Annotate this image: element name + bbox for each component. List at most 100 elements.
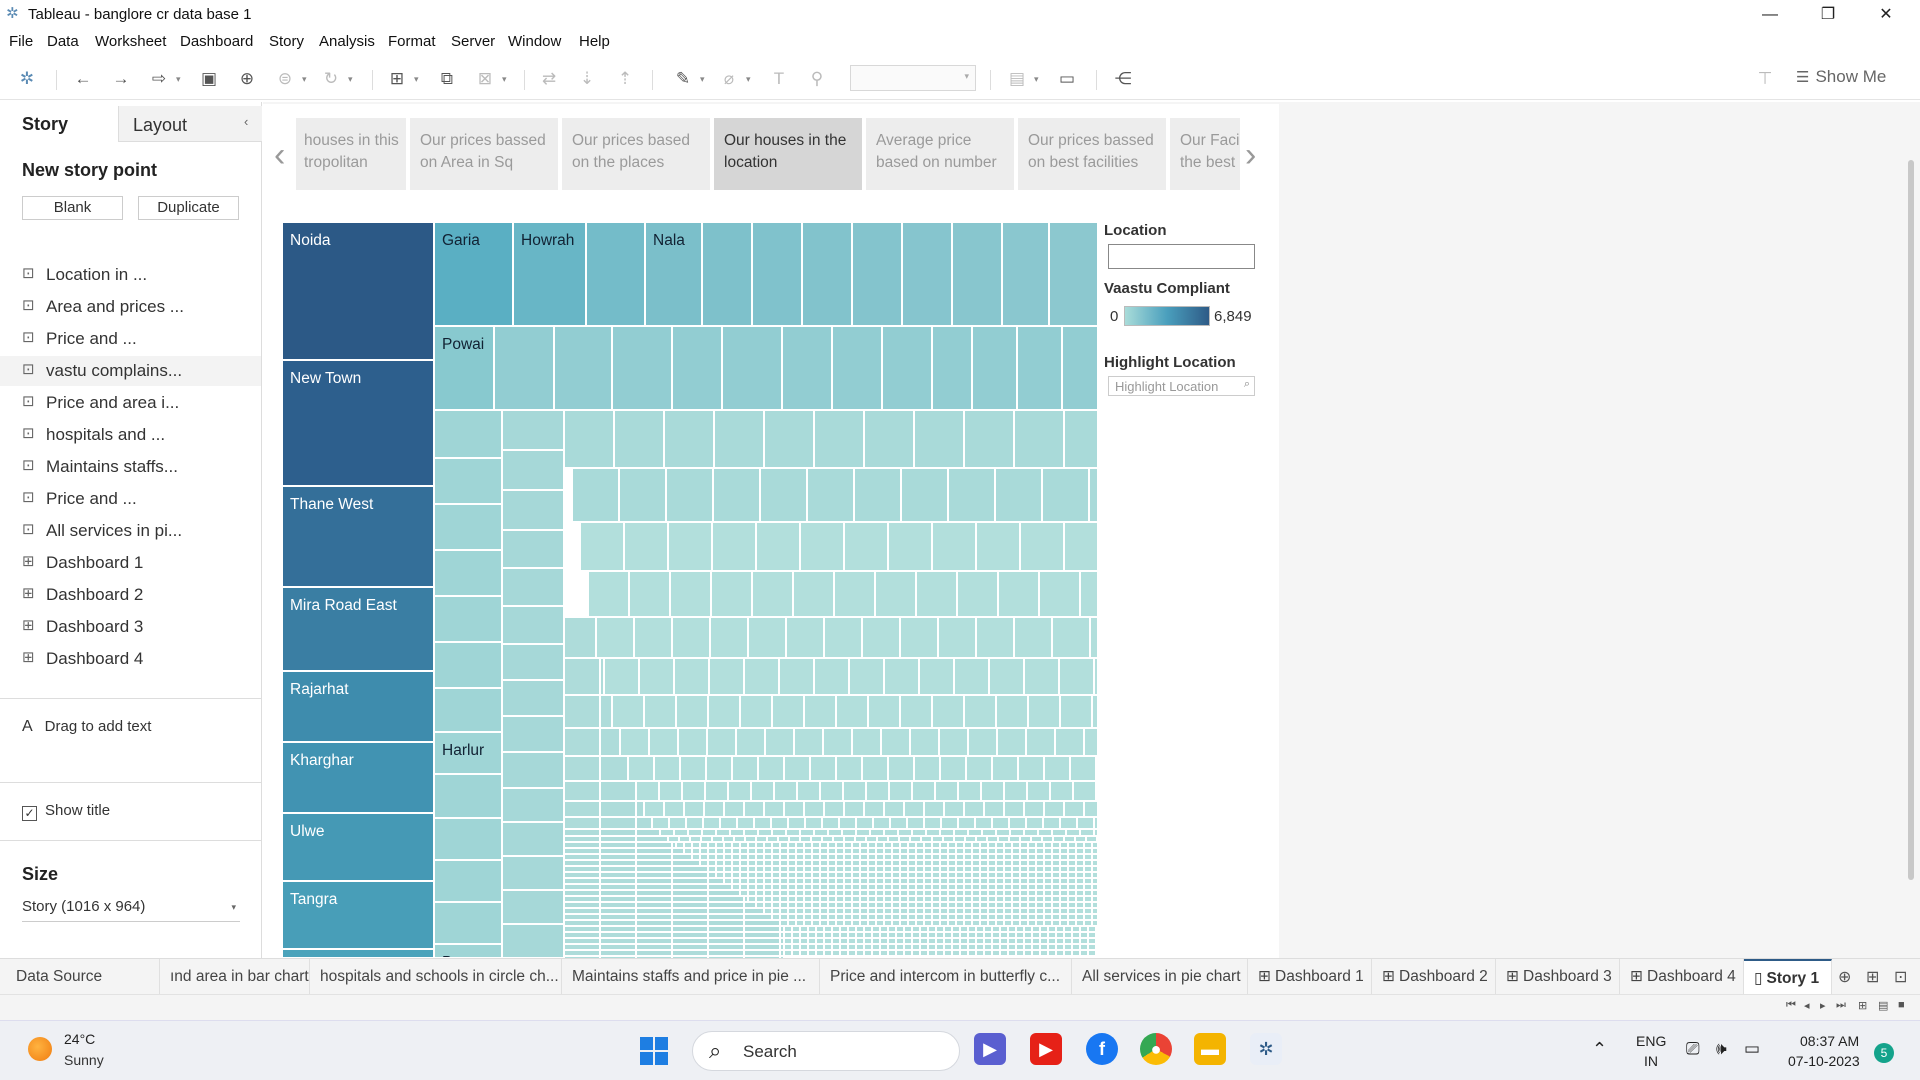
treemap-cell[interactable] (856, 817, 873, 829)
show-me-button[interactable]: ☰ Show Me (1796, 67, 1886, 87)
treemap-cell[interactable] (882, 326, 932, 410)
swap-rows-columns-icon[interactable]: ⇄ (536, 66, 562, 92)
treemap-cell[interactable] (1050, 780, 1073, 801)
treemap-cell[interactable] (684, 801, 704, 817)
treemap-cell[interactable] (836, 695, 868, 728)
treemap-cell[interactable] (564, 658, 600, 695)
blank-button[interactable]: Blank (22, 196, 123, 220)
close-button[interactable]: ✕ (1858, 0, 1914, 30)
treemap-cell[interactable] (756, 521, 800, 572)
treemap-cell[interactable] (752, 571, 793, 617)
treemap-cell[interactable] (1026, 727, 1055, 757)
treemap-cell[interactable] (772, 695, 804, 728)
sheet-item[interactable]: ⊡ hospitals and ... (0, 420, 261, 450)
treemap-cell[interactable] (1055, 727, 1084, 757)
treemap-cell[interactable] (588, 571, 629, 617)
treemap-cell[interactable] (900, 695, 932, 728)
treemap-cell[interactable]: Begur (434, 944, 502, 958)
treemap-cell[interactable] (1004, 801, 1024, 817)
treemap-cell[interactable] (964, 801, 984, 817)
treemap-cell[interactable] (1066, 828, 1080, 837)
treemap-cell[interactable] (596, 616, 634, 658)
treemap-cell[interactable] (912, 828, 926, 837)
treemap-cell[interactable] (972, 326, 1017, 410)
treemap-cell[interactable] (862, 756, 888, 781)
treemap-cell[interactable] (1049, 222, 1098, 326)
treemap-cell[interactable] (1077, 817, 1094, 829)
tab-sheet[interactable]: hospitals and schools in circle ch... (310, 959, 562, 995)
treemap-cell[interactable] (842, 828, 856, 837)
treemap-cell[interactable] (1052, 616, 1090, 658)
treemap-cell[interactable] (924, 801, 944, 817)
treemap-cell[interactable] (875, 571, 916, 617)
treemap-cell[interactable] (600, 756, 628, 781)
filmstrip-icon[interactable]: ▤ (1878, 999, 1888, 1012)
treemap-cell[interactable] (800, 828, 814, 837)
treemap-cell[interactable] (794, 727, 823, 757)
treemap-cell[interactable] (502, 890, 564, 924)
treemap-cell[interactable]: Powai (434, 326, 494, 410)
clock-time[interactable]: 08:37 AM (1800, 1033, 1859, 1049)
treemap-cell[interactable] (668, 521, 712, 572)
fix-axes-icon[interactable]: ⚲ (804, 66, 830, 92)
treemap-cell[interactable] (714, 410, 764, 468)
treemap-cell[interactable] (1010, 828, 1024, 837)
treemap-cell[interactable] (1064, 410, 1098, 468)
treemap-cell[interactable] (710, 616, 748, 658)
treemap-cell[interactable] (758, 756, 784, 781)
treemap-cell[interactable] (784, 801, 804, 817)
treemap-cell[interactable] (502, 606, 564, 644)
treemap-cell[interactable] (954, 658, 989, 695)
new-story-icon[interactable]: ⊡ (1894, 967, 1907, 987)
treemap-cell[interactable] (954, 828, 968, 837)
treemap-cell-big[interactable]: Ulwe (282, 813, 434, 881)
next-story-point-icon[interactable]: › (1245, 136, 1256, 175)
weather-temperature[interactable]: 24°C (64, 1031, 95, 1047)
treemap-cell[interactable] (678, 727, 707, 757)
facebook-icon[interactable]: f (1086, 1033, 1118, 1065)
treemap-cell[interactable] (901, 468, 948, 522)
format-painter-icon[interactable]: ⊤ (1752, 66, 1778, 92)
treemap-cell[interactable] (564, 616, 596, 658)
first-sheet-icon[interactable]: ⏮ (1786, 999, 1796, 1012)
treemap-cell[interactable] (976, 521, 1020, 572)
treemap-cell[interactable] (434, 410, 502, 458)
treemap-cell[interactable] (564, 410, 614, 468)
treemap-cell[interactable] (722, 326, 782, 410)
treemap-cell[interactable] (580, 521, 624, 572)
treemap-cell[interactable] (1028, 695, 1060, 728)
treemap-cell[interactable] (434, 860, 502, 902)
treemap-cell[interactable] (564, 695, 600, 728)
menu-data[interactable]: Data (47, 33, 79, 50)
treemap-cell[interactable] (639, 658, 674, 695)
share-icon[interactable]: ⋲ (1110, 66, 1136, 92)
file-explorer-icon[interactable]: ▬ (1194, 1033, 1226, 1065)
treemap-cell[interactable] (802, 222, 852, 326)
treemap-cell[interactable] (996, 828, 1010, 837)
treemap-cell[interactable] (434, 550, 502, 596)
treemap-cell[interactable] (997, 727, 1026, 757)
sheet-item[interactable]: ⊡ Price and ... (0, 324, 261, 354)
treemap-cell[interactable] (1090, 616, 1098, 658)
menu-window[interactable]: Window (508, 33, 561, 50)
treemap-cell[interactable] (712, 521, 756, 572)
treemap-cell-big[interactable]: Mira Road East (282, 587, 434, 671)
story-point-caption[interactable]: Average price based on number (866, 118, 1014, 190)
sheet-sorter-icon[interactable]: ⊞ (1858, 999, 1867, 1012)
treemap-cell[interactable] (564, 780, 600, 801)
tab-layout[interactable]: Layout (118, 106, 262, 142)
treemap-cell[interactable] (711, 571, 752, 617)
treemap-cell[interactable] (966, 756, 992, 781)
next-sheet-icon[interactable]: ▸ (1820, 999, 1826, 1012)
treemap-cell[interactable] (664, 410, 714, 468)
treemap-cell[interactable] (703, 817, 720, 829)
treemap-cell[interactable] (1060, 817, 1077, 829)
group-members-icon[interactable]: ⌀ (716, 66, 742, 92)
treemap-cell-big[interactable]: Rajarhat (282, 671, 434, 742)
treemap-cell[interactable] (494, 326, 554, 410)
show-mark-labels-icon[interactable]: T (766, 66, 792, 92)
treemap-cell[interactable] (814, 658, 849, 695)
treemap-cell[interactable] (774, 780, 797, 801)
treemap-cell[interactable] (1024, 801, 1044, 817)
restore-button[interactable]: ❐ (1800, 0, 1856, 30)
